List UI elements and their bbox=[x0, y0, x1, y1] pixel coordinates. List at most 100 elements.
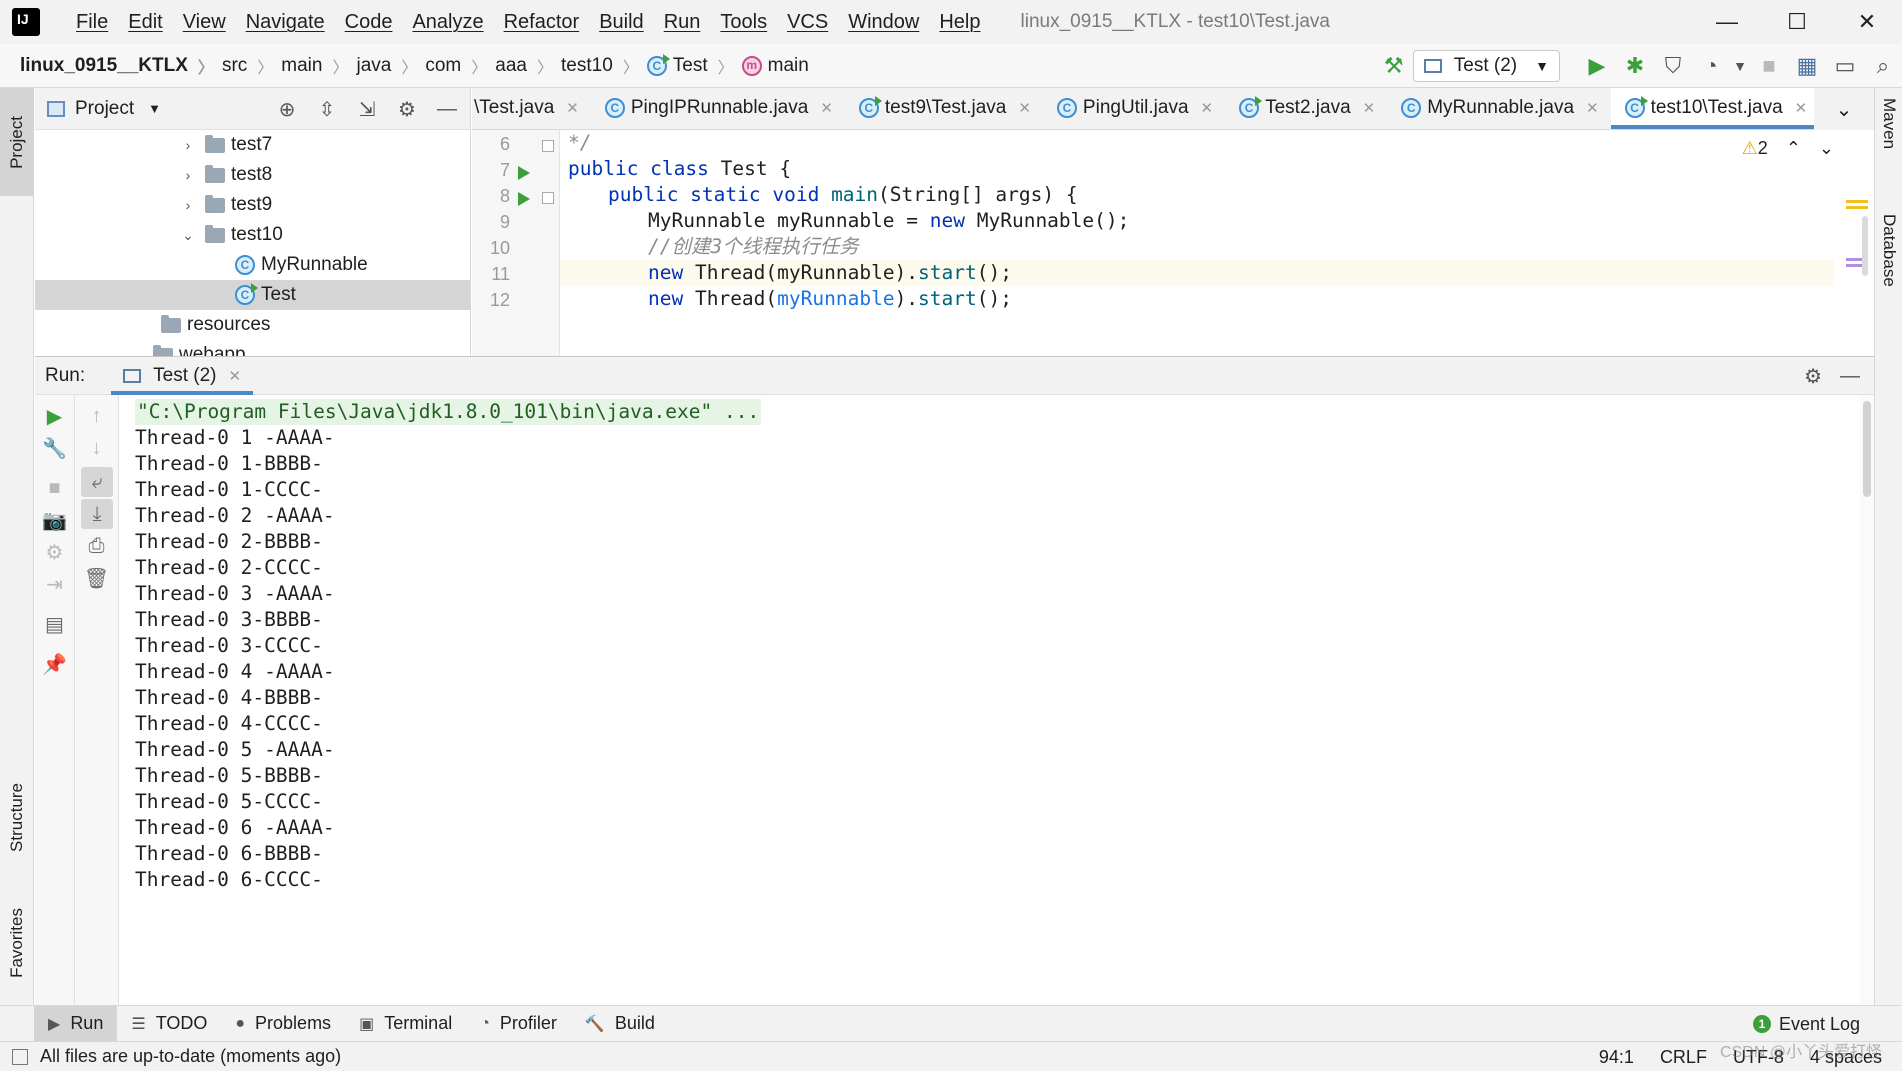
warning-marker[interactable] bbox=[1846, 200, 1868, 203]
tool-tab-favorites[interactable]: Favorites bbox=[0, 888, 34, 998]
fold-marker-icon[interactable] bbox=[542, 192, 554, 204]
expand-all-icon[interactable]: ⇳ bbox=[310, 97, 344, 122]
print-icon[interactable]: ⎙ bbox=[75, 531, 118, 561]
chevron-up-icon[interactable]: ⌃ bbox=[1786, 138, 1801, 159]
run-gutter-play-icon[interactable] bbox=[518, 166, 530, 180]
tree-expand-arrow[interactable]: › bbox=[179, 197, 197, 213]
search-icon[interactable]: ⌕ bbox=[1864, 44, 1902, 88]
chevron-down-icon[interactable]: ▼ bbox=[148, 101, 161, 116]
breadcrumb-src[interactable]: src 〉 bbox=[214, 54, 273, 78]
console-scrollbar[interactable] bbox=[1860, 395, 1874, 1006]
tree-expand-arrow[interactable]: › bbox=[179, 167, 197, 183]
trash-icon[interactable]: 🗑 bbox=[75, 563, 118, 593]
breadcrumb-aaa[interactable]: aaa 〉 bbox=[487, 54, 553, 78]
hide-minus-icon[interactable]: — bbox=[1840, 365, 1860, 388]
menu-refactor[interactable]: Refactor bbox=[494, 0, 590, 44]
breadcrumb-test-class[interactable]: C Test 〉 bbox=[639, 53, 734, 78]
collapse-all-icon[interactable]: ⇲ bbox=[350, 97, 384, 122]
chevron-down-icon[interactable]: ⌄ bbox=[127, 347, 145, 357]
menu-analyze[interactable]: Analyze bbox=[402, 0, 493, 44]
menu-build[interactable]: Build bbox=[589, 0, 653, 44]
tab-myrunnable[interactable]: C MyRunnable.java ✕ bbox=[1387, 88, 1610, 129]
scroll-to-end-icon[interactable]: ⤓ bbox=[81, 499, 113, 529]
close-tab-icon[interactable]: ✕ bbox=[229, 367, 242, 385]
caret-position[interactable]: 94:1 bbox=[1599, 1047, 1634, 1068]
menu-navigate[interactable]: Navigate bbox=[236, 0, 335, 44]
pin-icon[interactable]: 📌 bbox=[35, 649, 74, 679]
arrow-up-icon[interactable]: ↑ bbox=[75, 401, 118, 431]
tool-build[interactable]: 🔨 Build bbox=[571, 1006, 669, 1042]
scrollbar-thumb[interactable] bbox=[1863, 401, 1871, 497]
tab-pingutil[interactable]: C PingUtil.java ✕ bbox=[1043, 88, 1225, 129]
tabs-overflow-chevron-icon[interactable]: ⌄ bbox=[1814, 88, 1874, 130]
menu-tools[interactable]: Tools bbox=[710, 0, 777, 44]
tree-item-test10[interactable]: ⌄ test10 bbox=[35, 220, 470, 250]
login-arrow-icon[interactable]: ⇥ bbox=[35, 569, 74, 599]
close-tab-icon[interactable]: ✕ bbox=[1201, 99, 1214, 117]
tool-tab-maven[interactable]: Maven bbox=[1875, 98, 1902, 149]
fold-marker-icon[interactable] bbox=[542, 140, 554, 152]
breadcrumb-main[interactable]: main 〉 bbox=[273, 54, 348, 78]
line-separator[interactable]: CRLF bbox=[1660, 1047, 1707, 1068]
tree-expand-arrow[interactable]: › bbox=[179, 137, 197, 153]
breadcrumb-project[interactable]: linux_0915__KTLX 〉 bbox=[0, 54, 214, 78]
close-button[interactable]: ✕ bbox=[1832, 0, 1902, 44]
event-log-button[interactable]: 1 Event Log bbox=[1752, 1006, 1860, 1042]
menu-edit[interactable]: Edit bbox=[118, 0, 172, 44]
tree-expand-arrow[interactable]: ⌄ bbox=[179, 227, 197, 244]
tree-item-test[interactable]: C Test bbox=[35, 280, 470, 310]
minimize-button[interactable]: — bbox=[1692, 0, 1762, 44]
close-tab-icon[interactable]: ✕ bbox=[1363, 99, 1376, 117]
menu-file[interactable]: File bbox=[66, 0, 118, 44]
close-tab-icon[interactable]: ✕ bbox=[1586, 99, 1599, 117]
run-anything-icon[interactable]: ▭ bbox=[1826, 44, 1864, 88]
tool-todo[interactable]: ☰ TODO bbox=[117, 1006, 221, 1042]
tool-tab-structure[interactable]: Structure bbox=[0, 762, 34, 872]
run-play-icon[interactable]: ▶ bbox=[1578, 44, 1616, 88]
run-gutter-play-icon[interactable] bbox=[518, 192, 530, 206]
tool-terminal[interactable]: ▣ Terminal bbox=[345, 1006, 466, 1042]
inspection-indicator[interactable]: ⚠2 ⌃ ⌄ bbox=[1742, 138, 1834, 159]
warning-marker[interactable] bbox=[1846, 206, 1868, 209]
project-structure-icon[interactable]: ▦ bbox=[1788, 44, 1826, 88]
breadcrumb-java[interactable]: java 〉 bbox=[348, 54, 417, 78]
tab-test-java[interactable]: \Test.java ✕ bbox=[472, 88, 591, 129]
tab-test2[interactable]: C Test2.java ✕ bbox=[1225, 88, 1387, 129]
profile-icon[interactable]: ◔ bbox=[1692, 44, 1730, 88]
tool-run[interactable]: ▶ Run bbox=[34, 1005, 118, 1042]
close-tab-icon[interactable]: ✕ bbox=[1795, 99, 1808, 117]
hide-minus-icon[interactable]: — bbox=[430, 98, 464, 121]
tool-problems[interactable]: ● Problems bbox=[221, 1006, 345, 1042]
close-tab-icon[interactable]: ✕ bbox=[1018, 99, 1031, 117]
tool-tab-database[interactable]: Database bbox=[1875, 214, 1902, 287]
maximize-button[interactable]: ☐ bbox=[1762, 0, 1832, 44]
tab-test10-test[interactable]: Ctest10\Test.java ✕ bbox=[1610, 88, 1820, 129]
locate-crosshair-icon[interactable]: ⊕ bbox=[270, 97, 304, 122]
tree-item-test8[interactable]: › test8 bbox=[35, 160, 470, 190]
menu-run[interactable]: Run bbox=[654, 0, 711, 44]
build-hammer-icon[interactable]: ⚒ bbox=[1375, 44, 1413, 88]
tree-item-resources[interactable]: resources bbox=[35, 310, 470, 340]
breadcrumb-main-method[interactable]: m main bbox=[734, 55, 809, 77]
tree-item-webapp[interactable]: ⌄ webapp bbox=[35, 340, 470, 356]
rerun-play-icon[interactable]: ▶ bbox=[35, 401, 74, 431]
gear-icon[interactable]: ⚙ bbox=[1804, 364, 1822, 389]
stop-square-icon[interactable]: ■ bbox=[35, 473, 74, 503]
chevron-down-icon[interactable]: ⌄ bbox=[1819, 138, 1834, 159]
settings-disabled-icon[interactable]: ⚙ bbox=[35, 537, 74, 567]
arrow-down-icon[interactable]: ↓ bbox=[75, 433, 118, 463]
code-area[interactable]: */ public class Test { public static voi… bbox=[560, 130, 1834, 356]
menu-vcs[interactable]: VCS bbox=[777, 0, 838, 44]
more-run-chevron-icon[interactable]: ▼ bbox=[1730, 44, 1750, 88]
tool-profiler[interactable]: ◔ Profiler bbox=[466, 1006, 571, 1042]
stop-square-icon[interactable]: ■ bbox=[1750, 44, 1788, 88]
console-output[interactable]: "C:\Program Files\Java\jdk1.8.0_101\bin\… bbox=[119, 395, 1860, 1006]
tree-item-test7[interactable]: › test7 bbox=[35, 130, 470, 160]
menu-view[interactable]: View bbox=[173, 0, 236, 44]
coverage-shield-icon[interactable]: ⛉ bbox=[1654, 44, 1692, 88]
gear-icon[interactable]: ⚙ bbox=[390, 97, 424, 122]
close-tab-icon[interactable]: ✕ bbox=[566, 99, 579, 117]
close-tab-icon[interactable]: ✕ bbox=[820, 99, 833, 117]
wrench-icon[interactable]: 🔧 bbox=[35, 433, 74, 463]
debug-bug-icon[interactable]: ✱ bbox=[1616, 44, 1654, 88]
